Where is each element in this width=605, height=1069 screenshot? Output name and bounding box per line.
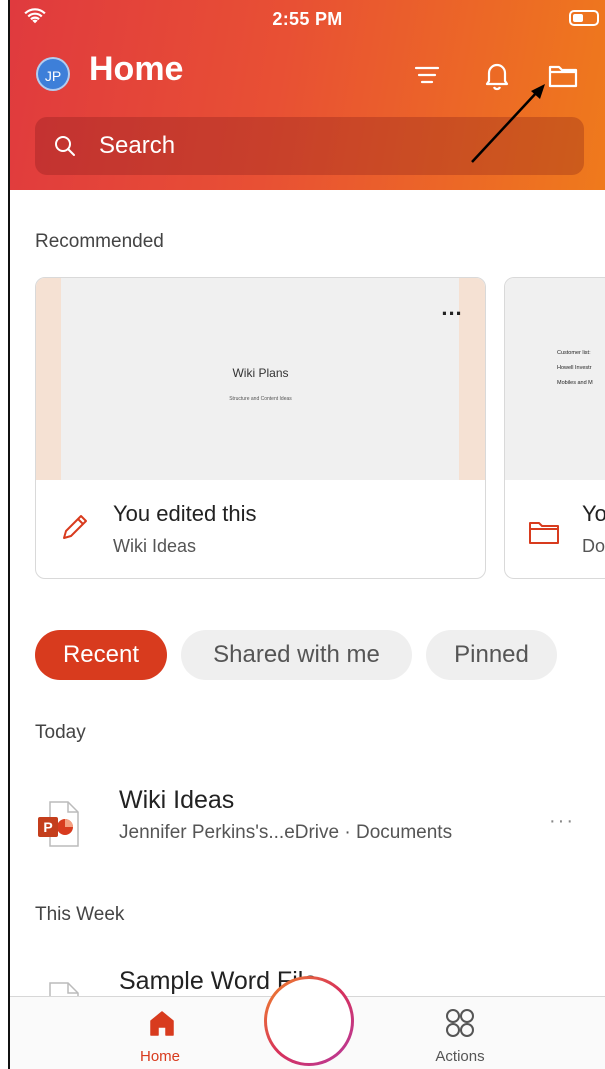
battery-icon xyxy=(569,10,599,26)
recommended-card[interactable]: Customer list: Howell Investr Mobiles an… xyxy=(504,277,605,579)
folder-icon[interactable] xyxy=(546,58,580,92)
more-options-button[interactable]: ··· xyxy=(549,810,575,833)
bell-icon[interactable] xyxy=(480,58,514,92)
header: 2:55 PM JP Home Search xyxy=(10,0,605,190)
thumbnail-title: Wiki Plans xyxy=(232,366,289,380)
search-icon xyxy=(55,136,75,156)
search-bar[interactable]: Search xyxy=(35,117,584,175)
folder-icon xyxy=(529,522,559,544)
card-thumbnail: Customer list: Howell Investr Mobiles an… xyxy=(505,278,605,480)
nav-home[interactable]: Home xyxy=(120,997,200,1069)
actions-icon xyxy=(446,1009,474,1037)
nav-actions[interactable]: Actions xyxy=(420,997,500,1069)
list-item[interactable]: P Wiki Ideas Jennifer Perkins's...eDrive… xyxy=(10,782,605,862)
filter-icon[interactable] xyxy=(410,58,444,92)
tab-recent[interactable]: Recent xyxy=(35,630,167,680)
status-time: 2:55 PM xyxy=(272,9,343,29)
card-activity: You edited this xyxy=(113,501,257,526)
home-icon xyxy=(150,1011,174,1036)
tab-shared-with-me[interactable]: Shared with me xyxy=(181,630,412,680)
more-options-button[interactable]: ... xyxy=(432,297,472,326)
card-activity: Yo xyxy=(582,501,605,526)
file-path: Jennifer Perkins's...eDrive · Documents xyxy=(119,822,453,843)
powerpoint-icon: P xyxy=(38,801,79,847)
file-name: Wiki Ideas xyxy=(119,786,235,814)
svg-text:P: P xyxy=(43,819,52,835)
avatar[interactable]: JP xyxy=(36,57,70,91)
thumbnail-subtitle: Structure and Content Ideas xyxy=(229,396,292,402)
recommended-card[interactable]: Wiki Plans Structure and Content Ideas .… xyxy=(35,277,486,579)
card-thumbnail: Wiki Plans Structure and Content Ideas .… xyxy=(36,278,485,480)
plus-icon xyxy=(291,1003,327,1039)
page-title: Home xyxy=(89,50,184,88)
search-input[interactable]: Search xyxy=(99,132,175,160)
app-frame: 2:55 PM JP Home Search Recommended Wiki … xyxy=(0,0,605,1069)
create-button[interactable] xyxy=(264,976,354,1066)
nav-actions-label: Actions xyxy=(435,1048,485,1065)
tab-pinned[interactable]: Pinned xyxy=(426,630,557,680)
pencil-icon xyxy=(63,515,87,539)
left-border xyxy=(0,0,10,1069)
card-file-name: Wiki Ideas xyxy=(113,536,197,556)
section-today: Today xyxy=(35,722,86,743)
section-this-week: This Week xyxy=(35,904,125,925)
nav-home-label: Home xyxy=(139,1048,180,1065)
recommended-label: Recommended xyxy=(35,231,164,252)
status-bar: 2:55 PM xyxy=(10,0,605,36)
card-file-name: Do xyxy=(582,536,605,556)
